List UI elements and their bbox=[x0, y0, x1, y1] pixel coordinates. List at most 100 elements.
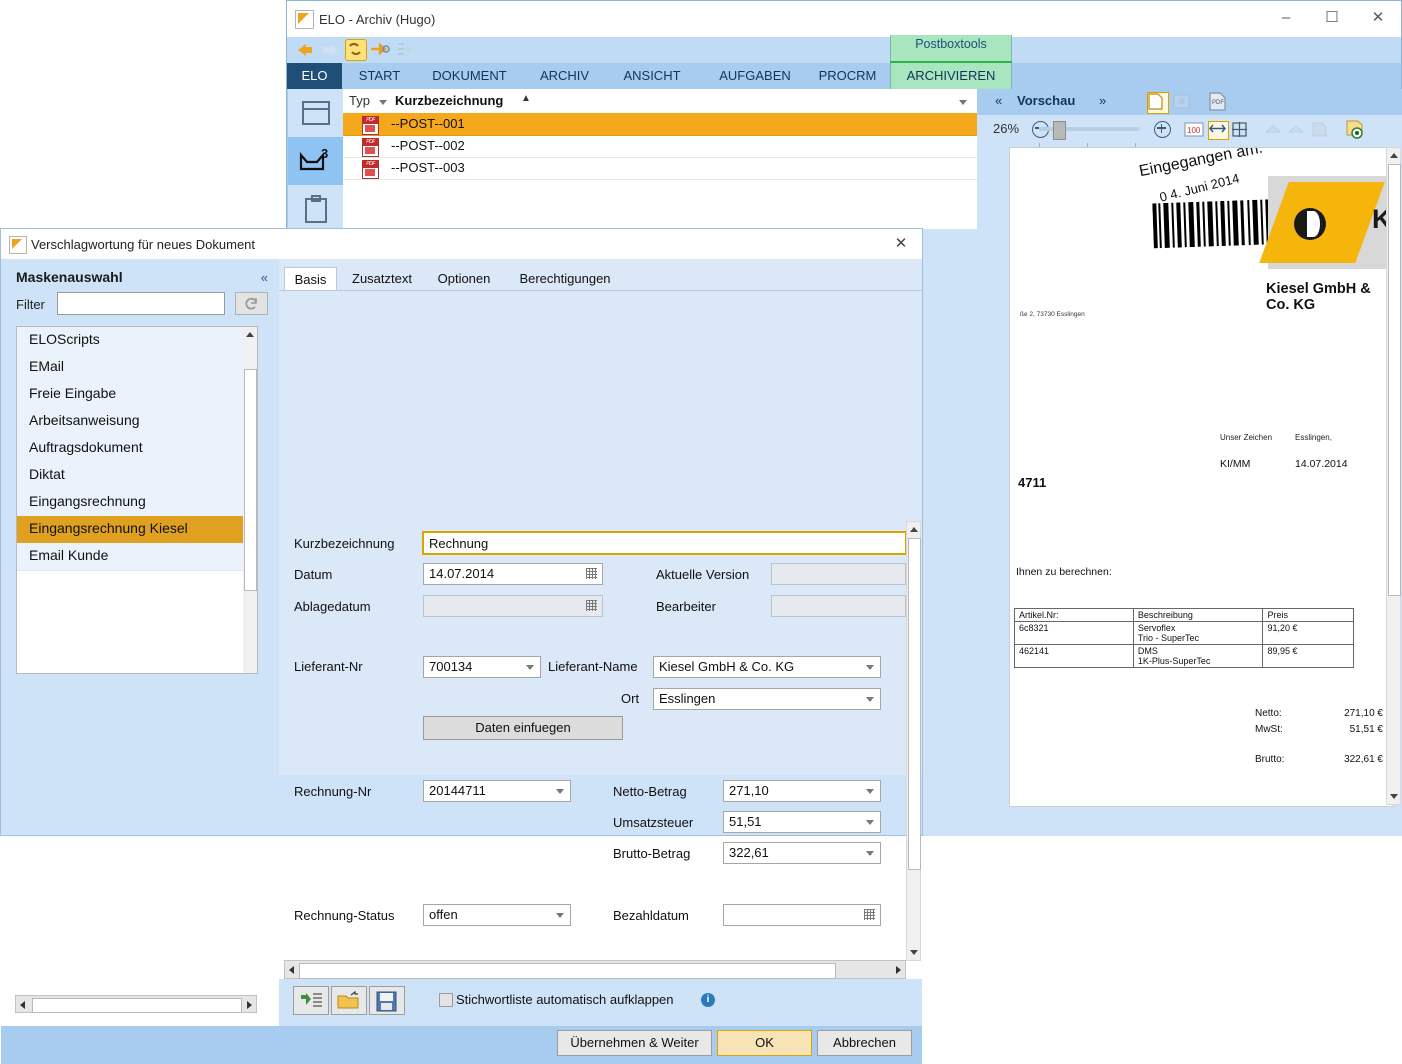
list-item-selected[interactable]: Eingangsrechnung Kiesel bbox=[17, 516, 257, 544]
tab-archiv[interactable]: ARCHIV bbox=[522, 63, 607, 89]
fit-page-icon[interactable] bbox=[1231, 121, 1251, 141]
stichwortliste-checkbox-label[interactable]: Stichwortliste automatisch aufklappen bbox=[456, 992, 674, 1007]
combo-rechnung-status[interactable]: offen bbox=[423, 904, 571, 926]
calendar-icon[interactable] bbox=[586, 600, 597, 611]
combo-rechnung-nr[interactable]: 20144711 bbox=[423, 780, 571, 802]
combo-ort[interactable]: Esslingen bbox=[653, 688, 881, 710]
close-button[interactable]: ✕ bbox=[1355, 1, 1401, 35]
combo-lieferant-nr[interactable]: 700134 bbox=[423, 656, 541, 678]
refresh-icon[interactable] bbox=[345, 39, 367, 61]
input-kurzbezeichnung[interactable] bbox=[422, 531, 907, 555]
combo-lieferant-name[interactable]: Kiesel GmbH & Co. KG bbox=[653, 656, 881, 678]
rotate-left-icon[interactable] bbox=[1264, 121, 1284, 141]
scroll-up-icon[interactable] bbox=[910, 527, 918, 532]
list-item[interactable]: Diktat bbox=[17, 462, 257, 490]
list-item[interactable]: Arbeitsanweisung bbox=[17, 408, 257, 436]
zoom-in-button[interactable] bbox=[1154, 121, 1171, 138]
zoom-slider-thumb[interactable] bbox=[1053, 121, 1066, 140]
document-preview-canvas[interactable]: Eingegangen am: 0 4. Juni 2014 ße 2, 737… bbox=[1009, 147, 1394, 807]
tab-elo[interactable]: ELO bbox=[287, 63, 342, 89]
table-row[interactable]: PDF --POST--003 bbox=[343, 157, 977, 180]
preview-vertical-scrollbar[interactable] bbox=[1386, 147, 1401, 805]
cancel-button[interactable]: Abbrechen bbox=[817, 1030, 912, 1056]
ok-button[interactable]: OK bbox=[717, 1030, 812, 1056]
minimize-button[interactable]: – bbox=[1263, 1, 1309, 35]
preview-next-icon[interactable]: » bbox=[1099, 93, 1106, 108]
input-bezahldatum[interactable] bbox=[723, 904, 881, 926]
preview-prev-icon[interactable]: « bbox=[995, 93, 1002, 108]
tab-archivieren[interactable]: ARCHIVIEREN bbox=[890, 63, 1012, 89]
mask-list-scroll-thumb[interactable] bbox=[244, 369, 257, 591]
scroll-left-icon[interactable] bbox=[289, 966, 294, 974]
stichwortliste-checkbox[interactable] bbox=[439, 993, 453, 1007]
sidebar-item-clipboard[interactable] bbox=[288, 185, 343, 233]
mask-list-scrollbar[interactable] bbox=[243, 327, 257, 673]
tab-optionen[interactable]: Optionen bbox=[425, 267, 503, 291]
mask-hscroll-thumb[interactable] bbox=[32, 998, 242, 1013]
tab-berechtigungen[interactable]: Berechtigungen bbox=[505, 267, 625, 291]
table-row[interactable]: PDF --POST--002 bbox=[343, 135, 977, 158]
form-vertical-scrollbar[interactable] bbox=[906, 521, 921, 961]
open-keyword-file-button[interactable] bbox=[331, 986, 367, 1015]
image-view-icon[interactable] bbox=[1173, 94, 1193, 114]
maximize-button[interactable]: ☐ bbox=[1309, 1, 1355, 35]
form-scroll-thumb[interactable] bbox=[908, 538, 921, 870]
page-view-icon[interactable] bbox=[1147, 92, 1169, 114]
form-horizontal-scrollbar[interactable] bbox=[284, 960, 906, 979]
chevron-down-icon[interactable] bbox=[866, 697, 874, 702]
list-item[interactable]: EMail bbox=[17, 354, 257, 382]
column-header-kurzbezeichnung[interactable]: Kurzbezeichnung bbox=[395, 93, 503, 108]
back-arrow-icon[interactable] bbox=[295, 40, 317, 60]
typ-sort-caret-icon[interactable] bbox=[379, 100, 387, 105]
chevron-down-icon[interactable] bbox=[866, 851, 874, 856]
combo-brutto-betrag[interactable]: 322,61 bbox=[723, 842, 881, 864]
list-item[interactable]: Email Kunde bbox=[17, 543, 257, 571]
chevron-down-icon[interactable] bbox=[866, 820, 874, 825]
chevron-down-icon[interactable] bbox=[556, 913, 564, 918]
tab-zusatztext[interactable]: Zusatztext bbox=[341, 267, 423, 291]
combo-umsatzsteuer[interactable]: 51,51 bbox=[723, 811, 881, 833]
tab-ansicht[interactable]: ANSICHT bbox=[607, 63, 697, 89]
annotation-view-icon[interactable] bbox=[1345, 120, 1367, 140]
list-item[interactable]: Eingangsrechnung bbox=[17, 489, 257, 517]
dialog-close-button[interactable]: ✕ bbox=[884, 231, 918, 257]
mask-horizontal-scrollbar[interactable] bbox=[15, 995, 257, 1013]
list-item[interactable]: Auftragsdokument bbox=[17, 435, 257, 463]
sidebar-item-postbox[interactable]: 3 bbox=[288, 137, 343, 185]
preview-scroll-thumb[interactable] bbox=[1388, 164, 1401, 596]
tab-dokument[interactable]: DOKUMENT bbox=[417, 63, 522, 89]
scroll-right-icon[interactable] bbox=[896, 966, 901, 974]
filter-reset-button[interactable] bbox=[235, 292, 268, 315]
collapse-panel-icon[interactable]: « bbox=[261, 270, 268, 285]
tab-start[interactable]: START bbox=[342, 63, 417, 89]
chevron-down-icon[interactable] bbox=[526, 665, 534, 670]
tab-procrm[interactable]: PROCRM bbox=[805, 63, 890, 89]
sidebar-item-archive[interactable] bbox=[288, 89, 343, 137]
scroll-left-icon[interactable] bbox=[20, 1001, 25, 1009]
filter-input[interactable] bbox=[57, 292, 225, 315]
goto-icon[interactable] bbox=[370, 40, 392, 60]
column-header-typ[interactable]: Typ bbox=[349, 93, 370, 108]
calendar-icon[interactable] bbox=[864, 909, 875, 920]
input-datum[interactable]: 14.07.2014 bbox=[423, 563, 603, 585]
zoom-100-icon[interactable]: 100 bbox=[1184, 122, 1204, 142]
tree-icon[interactable] bbox=[395, 40, 417, 60]
insert-keyword-button[interactable] bbox=[293, 986, 329, 1015]
calendar-icon[interactable] bbox=[586, 568, 597, 579]
scroll-right-icon[interactable] bbox=[247, 1001, 252, 1009]
rotate-right-icon[interactable] bbox=[1287, 121, 1307, 141]
column-options-caret-icon[interactable] bbox=[959, 100, 967, 105]
tab-aufgaben[interactable]: AUFGABEN bbox=[705, 63, 805, 89]
apply-next-button[interactable]: Übernehmen & Weiter bbox=[557, 1030, 712, 1056]
scroll-down-icon[interactable] bbox=[1390, 794, 1398, 799]
fit-width-icon[interactable] bbox=[1208, 121, 1229, 140]
save-keyword-file-button[interactable] bbox=[369, 986, 405, 1015]
mask-list[interactable]: ELOScripts EMail Freie Eingabe Arbeitsan… bbox=[16, 326, 258, 674]
tab-basis[interactable]: Basis bbox=[284, 267, 337, 291]
daten-einfuegen-button[interactable]: Daten einfuegen bbox=[423, 716, 623, 740]
scroll-up-icon[interactable] bbox=[1390, 153, 1398, 158]
chevron-down-icon[interactable] bbox=[556, 789, 564, 794]
combo-netto-betrag[interactable]: 271,10 bbox=[723, 780, 881, 802]
input-ablagedatum[interactable] bbox=[423, 595, 603, 617]
list-item[interactable]: Freie Eingabe bbox=[17, 381, 257, 409]
